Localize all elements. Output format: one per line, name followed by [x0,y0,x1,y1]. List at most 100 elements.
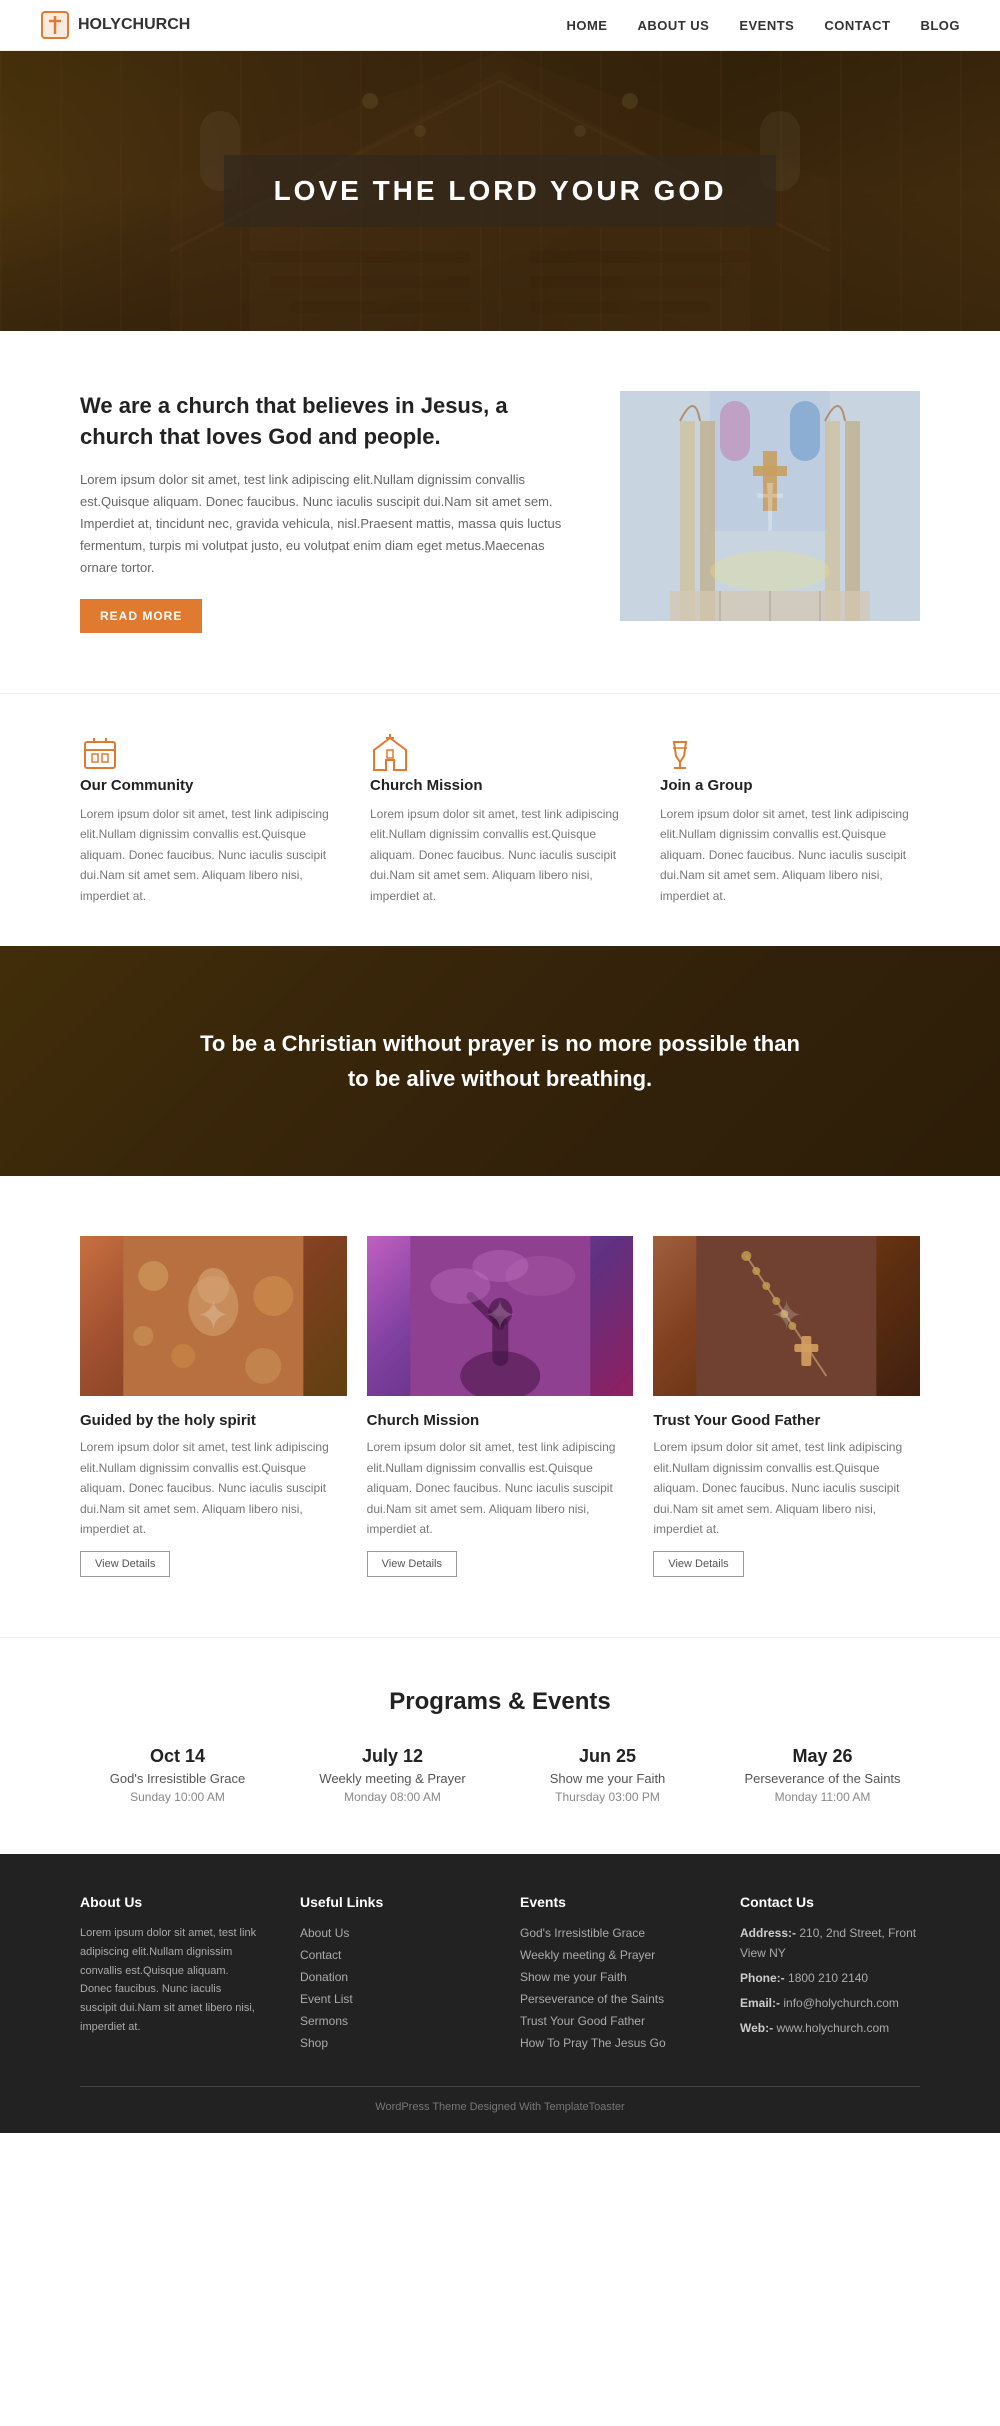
footer-phone-value: 1800 210 2140 [788,1971,868,1985]
footer-web-value: www.holychurch.com [776,2021,889,2035]
program-date-0: Oct 14 [80,1746,275,1767]
program-name-3: Perseverance of the Saints [725,1771,920,1786]
card-image-2 [367,1236,634,1396]
about-section: We are a church that believes in Jesus, … [0,331,1000,693]
card-1-button[interactable]: View Details [80,1551,170,1577]
footer-events-title: Events [520,1894,700,1910]
hero-box: LOVE THE LORD YOUR GOD [224,155,777,227]
footer-contact-title: Contact Us [740,1894,920,1910]
footer-event-5[interactable]: Trust Your Good Father [520,2014,645,2028]
logo[interactable]: HOLYCHURCH [40,10,190,40]
card-1-desc: Lorem ipsum dolor sit amet, test link ad… [80,1437,347,1539]
program-time-3: Monday 11:00 AM [725,1790,920,1804]
nav-contact[interactable]: CONTACT [824,18,890,33]
programs-title: Programs & Events [80,1688,920,1716]
program-item-3: May 26 Perseverance of the Saints Monday… [725,1746,920,1804]
program-name-1: Weekly meeting & Prayer [295,1771,490,1786]
footer-event-2[interactable]: Weekly meeting & Prayer [520,1948,655,1962]
card-1-illustration [80,1236,347,1396]
footer-link-contact[interactable]: Contact [300,1948,341,1962]
header: HOLYCHURCH HOME ABOUT US EVENTS CONTACT … [0,0,1000,51]
program-time-2: Thursday 03:00 PM [510,1790,705,1804]
footer-link-sermons[interactable]: Sermons [300,2014,348,2028]
card-2-desc: Lorem ipsum dolor sit amet, test link ad… [367,1437,634,1539]
footer-copyright: WordPress Theme Designed With TemplateTo… [80,2086,920,2113]
footer-link-donation[interactable]: Donation [300,1970,348,1984]
footer-address: Address:- 210, 2nd Street, Front View NY [740,1924,920,1962]
cathedral-illustration [620,391,920,621]
footer-phone: Phone:- 1800 210 2140 [740,1969,920,1988]
hero-section: LOVE THE LORD YOUR GOD [0,51,1000,331]
card-good-father: Trust Your Good Father Lorem ipsum dolor… [653,1236,920,1577]
footer-links-col: Useful Links About Us Contact Donation E… [300,1894,480,2056]
church-interior-image [620,391,920,621]
program-time-0: Sunday 10:00 AM [80,1790,275,1804]
card-2-button[interactable]: View Details [367,1551,457,1577]
card-3-title: Trust Your Good Father [653,1412,920,1429]
card-image-3 [653,1236,920,1396]
feature-group-desc: Lorem ipsum dolor sit amet, test link ad… [660,804,920,906]
footer-address-label: Address:- [740,1926,796,1940]
footer-event-3[interactable]: Show me your Faith [520,1970,627,1984]
footer-event-1[interactable]: God's Irresistible Grace [520,1926,645,1940]
footer-event-4[interactable]: Perseverance of the Saints [520,1992,664,2006]
about-heading: We are a church that believes in Jesus, … [80,391,580,453]
footer-web: Web:- www.holychurch.com [740,2019,920,2038]
card-placeholder-3 [653,1236,920,1396]
nav-events[interactable]: EVENTS [739,18,794,33]
card-1-title: Guided by the holy spirit [80,1412,347,1429]
card-2-illustration [367,1236,634,1396]
footer-links-title: Useful Links [300,1894,480,1910]
footer-events-col: Events God's Irresistible Grace Weekly m… [520,1894,700,2056]
footer-email-value: info@holychurch.com [783,1996,899,2010]
cards-section: Guided by the holy spirit Lorem ipsum do… [0,1176,1000,1637]
program-name-0: God's Irresistible Grace [80,1771,275,1786]
program-time-1: Monday 08:00 AM [295,1790,490,1804]
card-image-1 [80,1236,347,1396]
program-item-1: July 12 Weekly meeting & Prayer Monday 0… [295,1746,490,1804]
card-3-button[interactable]: View Details [653,1551,743,1577]
quote-section: To be a Christian without prayer is no m… [0,946,1000,1176]
copyright-text: WordPress Theme Designed With TemplateTo… [375,2101,624,2113]
feature-mission-title: Church Mission [370,777,630,794]
footer-event-6[interactable]: How To Pray The Jesus Go [520,2036,666,2050]
feature-group: Join a Group Lorem ipsum dolor sit amet,… [660,734,920,906]
card-2-title: Church Mission [367,1412,634,1429]
features-section: Our Community Lorem ipsum dolor sit amet… [0,693,1000,946]
card-placeholder-2 [367,1236,634,1396]
nav-home[interactable]: HOME [566,18,607,33]
logo-icon [40,10,70,40]
community-icon [80,734,120,774]
footer-contact-col: Contact Us Address:- 210, 2nd Street, Fr… [740,1894,920,2056]
footer-events-list: God's Irresistible Grace Weekly meeting … [520,1924,700,2050]
about-description: Lorem ipsum dolor sit amet, test link ad… [80,469,580,579]
about-text: We are a church that believes in Jesus, … [80,391,580,633]
feature-group-title: Join a Group [660,777,920,794]
nav-about[interactable]: ABOUT US [637,18,709,33]
footer-about-desc: Lorem ipsum dolor sit amet, test link ad… [80,1924,260,2036]
programs-grid: Oct 14 God's Irresistible Grace Sunday 1… [80,1746,920,1804]
feature-community: Our Community Lorem ipsum dolor sit amet… [80,734,340,906]
footer-link-shop[interactable]: Shop [300,2036,328,2050]
footer-email: Email:- info@holychurch.com [740,1994,920,2013]
footer-grid: About Us Lorem ipsum dolor sit amet, tes… [80,1894,920,2056]
feature-mission-desc: Lorem ipsum dolor sit amet, test link ad… [370,804,630,906]
nav-blog[interactable]: BLOG [920,18,960,33]
card-3-desc: Lorem ipsum dolor sit amet, test link ad… [653,1437,920,1539]
program-item-2: Jun 25 Show me your Faith Thursday 03:00… [510,1746,705,1804]
read-more-button[interactable]: READ MORE [80,599,202,633]
feature-mission: Church Mission Lorem ipsum dolor sit ame… [370,734,630,906]
footer: About Us Lorem ipsum dolor sit amet, tes… [0,1854,1000,2133]
hero-content: LOVE THE LORD YOUR GOD [224,155,777,227]
logo-text: HOLYCHURCH [78,16,190,34]
footer-link-about[interactable]: About Us [300,1926,349,1940]
about-image [620,391,920,621]
group-icon [660,734,700,774]
footer-link-events[interactable]: Event List [300,1992,353,2006]
hero-title: LOVE THE LORD YOUR GOD [274,175,727,207]
program-name-2: Show me your Faith [510,1771,705,1786]
feature-community-title: Our Community [80,777,340,794]
feature-community-desc: Lorem ipsum dolor sit amet, test link ad… [80,804,340,906]
main-nav: HOME ABOUT US EVENTS CONTACT BLOG [566,17,960,33]
footer-about-col: About Us Lorem ipsum dolor sit amet, tes… [80,1894,260,2056]
